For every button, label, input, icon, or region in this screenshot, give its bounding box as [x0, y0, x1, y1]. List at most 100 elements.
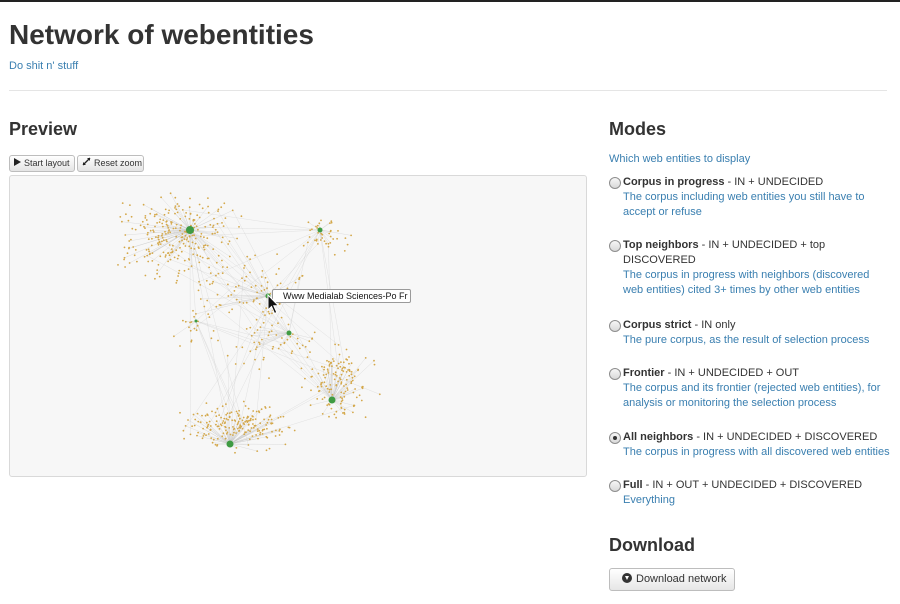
graph-leaf-node [205, 421, 208, 424]
graph-leaf-node [254, 358, 256, 361]
graph-leaf-node [238, 429, 241, 432]
graph-edge [183, 229, 321, 431]
graph-leaf-node [210, 437, 213, 439]
graph-leaf-node [205, 402, 208, 404]
graph-leaf-node [126, 252, 129, 255]
graph-leaf-node [184, 230, 186, 233]
graph-leaf-node [319, 239, 322, 241]
graph-leaf-node [249, 350, 252, 353]
graph-leaf-node [348, 368, 351, 371]
graph-leaf-node [309, 351, 311, 353]
graph-leaf-node [316, 224, 319, 227]
mode-option-all-neighbors[interactable]: All neighbors - IN + UNDECIDED + DISCOVE… [609, 430, 891, 460]
graph-leaf-node [178, 269, 181, 272]
mode-radio[interactable] [609, 480, 621, 492]
network-graph-canvas[interactable]: Www Medialab Sciences-Po Fr [9, 175, 587, 477]
graph-leaf-node [164, 230, 166, 233]
mode-option-corpus-strict[interactable]: Corpus strict - IN only The pure corpus,… [609, 318, 891, 348]
graph-leaf-node [180, 250, 183, 253]
download-network-button[interactable]: Download network [609, 568, 735, 591]
graph-leaf-node [351, 376, 354, 379]
graph-leaf-node [198, 203, 201, 206]
graph-leaf-node [278, 430, 281, 432]
graph-leaf-node [178, 205, 180, 207]
graph-leaf-node [170, 223, 173, 225]
preview-heading: Preview [9, 119, 78, 139]
graph-leaf-node [184, 425, 187, 427]
graph-leaf-node [334, 371, 337, 374]
graph-leaf-node [159, 255, 162, 258]
graph-leaf-node [188, 326, 190, 329]
graph-leaf-node [199, 255, 202, 258]
graph-leaf-node [328, 360, 330, 363]
mode-description: The corpus including web entities you st… [623, 191, 865, 218]
graph-leaf-node [237, 284, 240, 287]
graph-leaf-node [289, 335, 292, 338]
mode-option-frontier[interactable]: Frontier - IN + UNDECIDED + OUT The corp… [609, 366, 891, 411]
start-layout-button[interactable]: Start layout [9, 155, 75, 172]
graph-leaf-node [315, 239, 318, 242]
graph-leaf-node [170, 251, 172, 254]
graph-leaf-node [221, 222, 223, 224]
mode-option-full[interactable]: Full - IN + OUT + UNDECIDED + DISCOVERED… [609, 478, 891, 508]
graph-leaf-node [256, 450, 259, 452]
mode-radio-selected[interactable] [609, 432, 621, 444]
graph-leaf-node [206, 426, 209, 429]
graph-leaf-node [348, 374, 351, 377]
download-button-label: Download network [636, 573, 727, 585]
graph-leaf-node [150, 244, 153, 247]
graph-leaf-node [196, 254, 199, 257]
graph-edge [189, 229, 197, 331]
graph-leaf-node [151, 260, 154, 262]
graph-leaf-node [258, 429, 261, 432]
graph-hub-node [194, 319, 198, 323]
graph-leaf-node [225, 403, 227, 405]
mode-option-corpus-in-progress[interactable]: Corpus in progress - IN + UNDECIDED The … [609, 175, 891, 220]
mode-radio[interactable] [609, 368, 621, 380]
graph-leaf-node [259, 431, 262, 434]
graph-leaf-node [123, 246, 126, 249]
graph-leaf-node [154, 277, 156, 280]
graph-leaf-node [208, 420, 211, 423]
graph-leaf-node [205, 279, 208, 282]
graph-leaf-node [301, 386, 303, 389]
graph-leaf-node [207, 257, 210, 260]
graph-leaf-node [254, 284, 257, 287]
graph-leaf-node [157, 236, 160, 239]
mode-option-top-neighbors[interactable]: Top neighbors - IN + UNDECIDED + top DIS… [609, 238, 891, 298]
graph-leaf-node [291, 333, 294, 335]
graph-leaf-node [186, 237, 189, 239]
graph-leaf-node [194, 237, 197, 240]
network-graph[interactable] [10, 176, 587, 477]
graph-leaf-node [262, 321, 265, 324]
graph-leaf-node [221, 435, 224, 438]
reset-zoom-button[interactable]: Reset zoom [77, 155, 144, 172]
mode-radio[interactable] [609, 320, 621, 332]
graph-leaf-node [234, 363, 237, 365]
graph-leaf-node [350, 234, 352, 237]
graph-leaf-node [280, 316, 283, 319]
graph-leaf-node [188, 235, 191, 238]
mode-radio[interactable] [609, 240, 621, 252]
mode-radio[interactable] [609, 177, 621, 189]
graph-leaf-node [182, 319, 184, 322]
graph-leaf-node [277, 347, 280, 350]
graph-leaf-node [196, 434, 198, 437]
graph-leaf-node [245, 275, 248, 278]
graph-leaf-node [268, 406, 271, 408]
graph-leaf-node [330, 220, 333, 223]
graph-leaf-node [323, 366, 326, 369]
graph-edges [121, 193, 380, 452]
graph-leaf-node [259, 433, 261, 436]
graph-leaf-node [317, 232, 319, 234]
graph-leaf-node [252, 418, 254, 421]
graph-leaf-node [332, 373, 335, 375]
graph-leaf-node [298, 347, 301, 350]
graph-leaf-node [181, 233, 184, 235]
graph-leaf-node [329, 235, 332, 238]
graph-leaf-node [337, 344, 340, 346]
graph-leaf-node [250, 427, 253, 429]
graph-leaf-node [191, 234, 194, 237]
graph-edge [195, 320, 285, 344]
page-subtitle-link[interactable]: Do shit n' stuff [9, 60, 78, 72]
